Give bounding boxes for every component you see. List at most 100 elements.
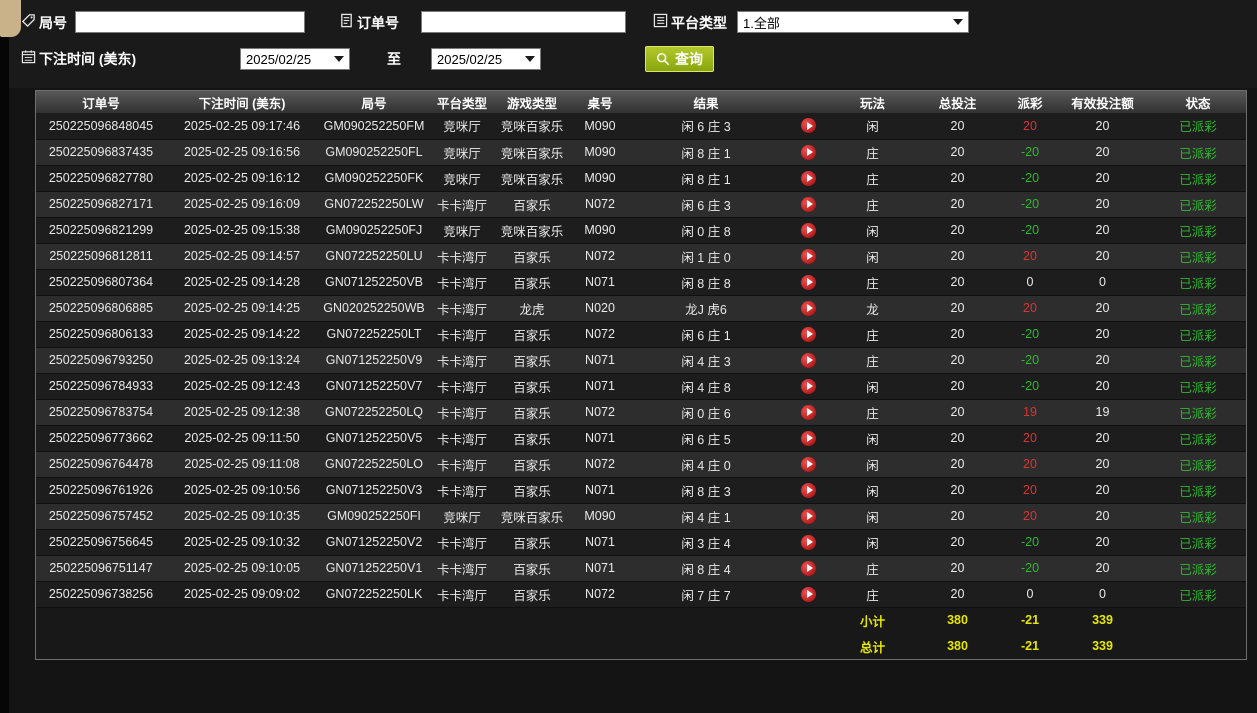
play-triangle-icon <box>806 434 813 443</box>
cell-valid-bet: 20 <box>1055 217 1150 244</box>
platform-type-select[interactable]: 1.全部 <box>737 11 969 33</box>
cell-platform-type: 卡卡湾厅 <box>430 347 494 374</box>
cell-bet-time: 2025-02-25 09:16:56 <box>166 139 318 166</box>
play-icon[interactable] <box>801 352 816 368</box>
cell-order-number: 250225096807364 <box>36 269 166 296</box>
cell-bet-time: 2025-02-25 09:14:57 <box>166 243 318 270</box>
date-to-select[interactable]: 2025/02/25 <box>431 48 541 70</box>
cell-table-number: M090 <box>570 217 630 244</box>
subtotal-spacer <box>36 606 166 633</box>
play-triangle-icon <box>806 486 813 495</box>
cell-order-number: 250225096821299 <box>36 217 166 244</box>
play-icon[interactable] <box>801 508 816 524</box>
cell-total-bet: 20 <box>910 165 1005 192</box>
grand-total-spacer <box>166 633 318 659</box>
date-from-select[interactable]: 2025/02/25 <box>240 48 350 70</box>
cell-platform-type: 卡卡湾厅 <box>430 451 494 478</box>
play-icon[interactable] <box>801 248 816 264</box>
subtotal-spacer <box>430 606 494 633</box>
cell-play-icon <box>782 555 835 582</box>
play-triangle-icon <box>806 304 813 313</box>
cell-order-number: 250225096738256 <box>36 581 166 608</box>
play-triangle-icon <box>806 174 813 183</box>
cell-payout: -20 <box>1005 139 1055 166</box>
tag-icon <box>21 14 35 28</box>
play-triangle-icon <box>806 252 813 261</box>
cell-status: 已派彩 <box>1150 529 1246 556</box>
play-icon[interactable] <box>801 560 816 576</box>
cell-order-number: 250225096751147 <box>36 555 166 582</box>
cell-play-icon <box>782 243 835 270</box>
cell-valid-bet: 0 <box>1055 269 1150 296</box>
play-icon[interactable] <box>801 482 816 498</box>
play-icon[interactable] <box>801 586 816 602</box>
subtotal-spacer <box>494 606 570 633</box>
table-row: 250225096821299 2025-02-25 09:15:38 GM0902… <box>36 217 1246 244</box>
round-number-input[interactable] <box>75 11 305 33</box>
cell-payout: -20 <box>1005 165 1055 192</box>
cell-status: 已派彩 <box>1150 217 1246 244</box>
cell-status: 已派彩 <box>1150 555 1246 582</box>
play-icon[interactable] <box>801 196 816 212</box>
cell-valid-bet: 20 <box>1055 321 1150 348</box>
cell-status: 已派彩 <box>1150 425 1246 452</box>
bet-records-panel: 局号 订单号 平台类型 1.全部 下注时间 (美东) 2025/02/25 至 … <box>9 0 1257 713</box>
order-number-input[interactable] <box>421 11 626 33</box>
document-icon <box>341 13 352 28</box>
play-icon[interactable] <box>801 378 816 394</box>
cell-result: 闲 6 庄 1 <box>630 321 782 348</box>
subtotal-spacer <box>318 606 430 633</box>
cell-valid-bet: 20 <box>1055 555 1150 582</box>
table-row: 250225096756645 2025-02-25 09:10:32 GN0712… <box>36 529 1246 556</box>
column-header: 平台类型 <box>430 91 494 113</box>
play-triangle-icon <box>806 590 813 599</box>
play-icon[interactable] <box>801 222 816 238</box>
subtotal-valid-bet: 339 <box>1055 606 1150 633</box>
cell-result: 闲 8 庄 1 <box>630 165 782 192</box>
left-edge-strip <box>0 0 9 713</box>
play-icon[interactable] <box>801 170 816 186</box>
play-icon[interactable] <box>801 534 816 550</box>
play-icon[interactable] <box>801 144 816 160</box>
cell-round-number: GN020252250WB <box>318 295 430 322</box>
cell-payout: -20 <box>1005 321 1055 348</box>
cell-play-type: 庄 <box>835 269 910 296</box>
play-icon[interactable] <box>801 326 816 342</box>
cell-game-type: 龙虎 <box>494 295 570 322</box>
chevron-down-icon <box>953 19 963 25</box>
cell-result: 闲 8 庄 4 <box>630 555 782 582</box>
play-icon[interactable] <box>801 456 816 472</box>
cell-bet-time: 2025-02-25 09:10:56 <box>166 477 318 504</box>
play-icon[interactable] <box>801 430 816 446</box>
column-header: 下注时间 (美东) <box>166 91 318 113</box>
cell-round-number: GN071252250V5 <box>318 425 430 452</box>
query-button[interactable]: 查询 <box>645 46 714 72</box>
cell-bet-time: 2025-02-25 09:16:09 <box>166 191 318 218</box>
cell-play-type: 庄 <box>835 321 910 348</box>
cell-platform-type: 竞咪厅 <box>430 217 494 244</box>
cell-table-number: M090 <box>570 165 630 192</box>
cell-round-number: GN072252250LU <box>318 243 430 270</box>
cell-play-type: 龙 <box>835 295 910 322</box>
play-icon[interactable] <box>801 274 816 290</box>
cell-game-type: 竞咪百家乐 <box>494 113 570 140</box>
cell-payout: 20 <box>1005 451 1055 478</box>
cell-game-type: 百家乐 <box>494 581 570 608</box>
cell-platform-type: 卡卡湾厅 <box>430 295 494 322</box>
play-icon[interactable] <box>801 118 816 134</box>
play-icon[interactable] <box>801 404 816 420</box>
cell-result: 闲 7 庄 7 <box>630 581 782 608</box>
cell-payout: 20 <box>1005 503 1055 530</box>
cell-play-icon <box>782 139 835 166</box>
grand-total-spacer <box>782 633 835 659</box>
play-triangle-icon <box>806 330 813 339</box>
table-row: 250225096757452 2025-02-25 09:10:35 GM0902… <box>36 503 1246 530</box>
cell-valid-bet: 20 <box>1055 165 1150 192</box>
table-row: 250225096764478 2025-02-25 09:11:08 GN0722… <box>36 451 1246 478</box>
cell-table-number: N072 <box>570 451 630 478</box>
cell-round-number: GN071252250V2 <box>318 529 430 556</box>
cell-payout: 0 <box>1005 581 1055 608</box>
cell-round-number: GN071252250VB <box>318 269 430 296</box>
cell-platform-type: 卡卡湾厅 <box>430 321 494 348</box>
play-icon[interactable] <box>801 300 816 316</box>
